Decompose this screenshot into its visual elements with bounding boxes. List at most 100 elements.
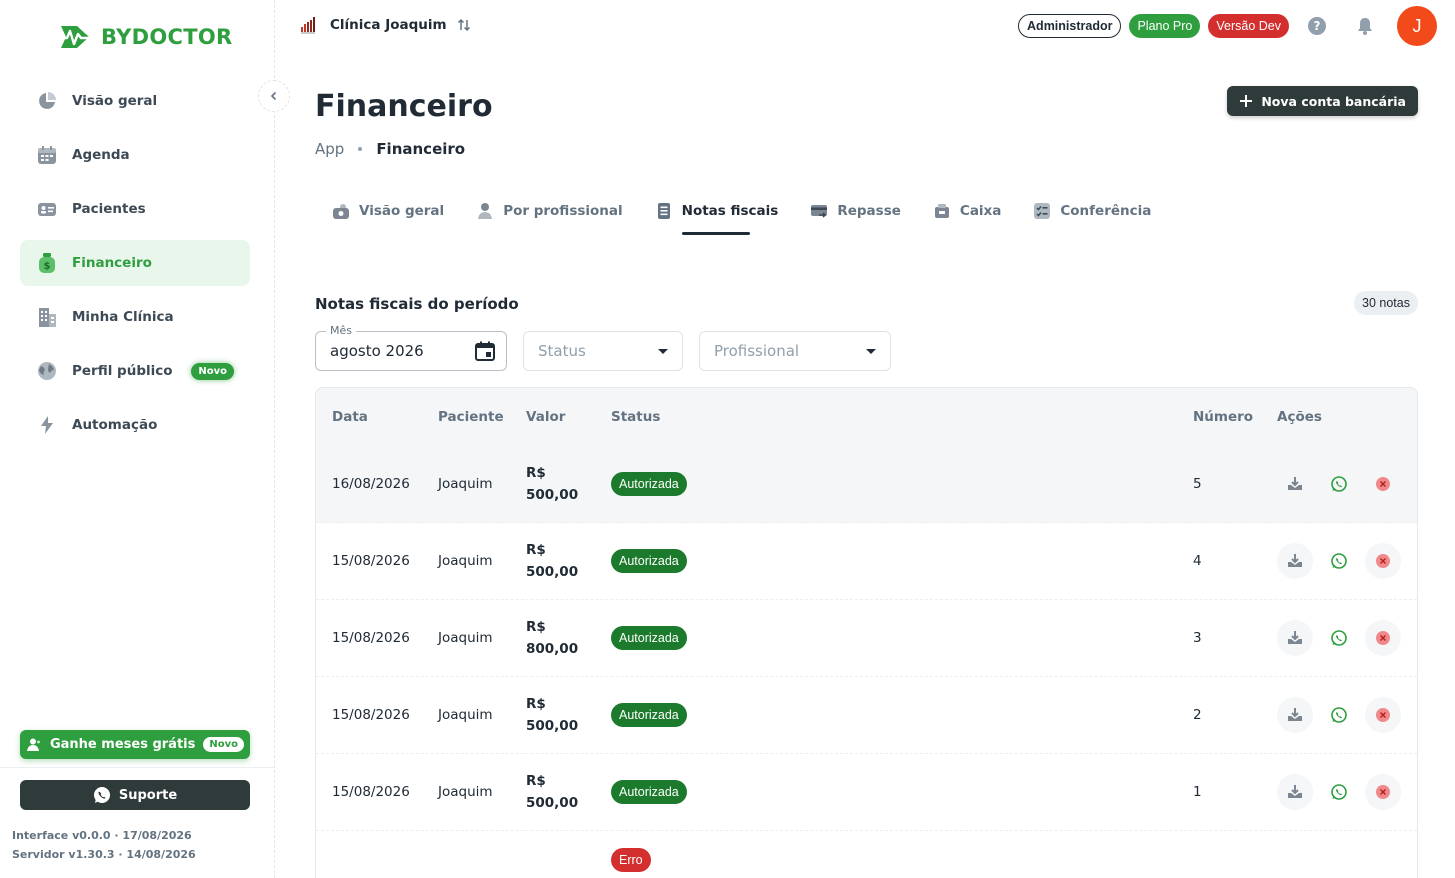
avatar[interactable]: J [1397,6,1437,46]
tab-label: Por profissional [503,203,623,219]
swap-icon [457,18,470,32]
interface-version: Interface v0.0.0 · 17/08/2026 [12,829,192,842]
cancel-invoice-button[interactable] [1365,620,1401,656]
table-row[interactable]: 16/08/2026 Joaquim R$ 500,00 Autorizada 5 [316,446,1417,523]
clinic-switcher[interactable]: Clínica Joaquim [300,16,471,34]
status-badge: Autorizada [611,549,687,573]
whatsapp-send-button[interactable] [1321,620,1357,656]
tab-label: Caixa [959,203,1002,219]
download-icon [1288,554,1302,567]
tab-conferencia[interactable]: Conferência [1033,196,1151,226]
tab-notas-fiscais[interactable]: Notas fiscais [655,196,778,235]
cell-status: Erro [611,848,651,872]
download-button[interactable] [1277,466,1313,502]
table-row[interactable]: Erro [316,831,1417,878]
role-badge: Administrador [1018,14,1122,38]
tab-visao-geral[interactable]: Visão geral [332,196,444,226]
close-circle-icon [1376,631,1390,645]
download-button[interactable] [1277,774,1313,810]
cancel-invoice-button[interactable] [1365,697,1401,733]
cancel-invoice-button[interactable] [1365,543,1401,579]
close-circle-icon [1376,554,1390,568]
download-button[interactable] [1277,543,1313,579]
whatsapp-send-button[interactable] [1321,774,1357,810]
plan-badge[interactable]: Plano Pro [1129,14,1201,38]
download-button[interactable] [1277,620,1313,656]
wallet-icon [333,204,349,219]
column-header-number[interactable]: Número [1193,409,1253,425]
sidebar-nav: Visão geral Agenda Pacientes $ Financeir… [20,78,250,456]
cell-actions [1277,466,1401,502]
table-row[interactable]: 15/08/2026 Joaquim R$ 500,00 Autorizada 1 [316,754,1417,831]
breadcrumb-separator [358,147,363,151]
table-row[interactable]: 15/08/2026 Joaquim R$ 800,00 Autorizada 3 [316,600,1417,677]
cell-date: 15/08/2026 [332,553,410,569]
cell-date: 15/08/2026 [332,630,410,646]
whatsapp-send-button[interactable] [1321,697,1357,733]
cell-actions [1277,774,1401,810]
id-card-icon [36,198,58,220]
sidebar-item-label: Pacientes [72,201,146,217]
status-badge: Autorizada [611,703,687,727]
cell-value: R$ 500,00 [526,693,578,737]
brand-logo[interactable]: BYDOCTOR [55,22,233,52]
section-title: Notas fiscais do período [315,295,519,313]
cell-actions [1277,697,1401,733]
sidebar-item-label: Minha Clínica [72,309,174,325]
column-header-patient[interactable]: Paciente [438,409,504,425]
status-badge: Autorizada [611,626,687,650]
whatsapp-send-button[interactable] [1321,466,1357,502]
month-picker[interactable]: Mês agosto 2026 [315,324,507,371]
cell-patient: Joaquim [438,630,493,646]
sidebar-item-financeiro[interactable]: $ Financeiro [20,240,250,286]
breadcrumb-app[interactable]: App [315,140,344,158]
whatsapp-icon [1331,630,1347,646]
transfer-icon [811,205,828,218]
cell-status: Autorizada [611,780,687,804]
tab-por-profissional[interactable]: Por profissional [476,196,623,226]
whatsapp-icon [1331,784,1347,800]
tab-label: Visão geral [359,203,445,219]
sidebar-divider [0,767,275,768]
sidebar-item-agenda[interactable]: Agenda [20,132,250,178]
sidebar-item-label: Agenda [72,147,130,163]
tab-repasse[interactable]: Repasse [810,196,901,226]
whatsapp-send-button[interactable] [1321,543,1357,579]
cell-patient: Joaquim [438,707,493,723]
sidebar-item-visao-geral[interactable]: Visão geral [20,78,250,124]
status-select[interactable]: Status [523,331,683,371]
column-header-status[interactable]: Status [611,409,660,425]
close-circle-icon [1376,708,1390,722]
cell-date: 15/08/2026 [332,784,410,800]
column-header-date[interactable]: Data [332,409,368,425]
chevron-down-icon [866,348,876,354]
new-bank-account-button[interactable]: Nova conta bancária [1227,86,1418,116]
clinic-name: Clínica Joaquim [330,17,447,33]
sidebar-item-automacao[interactable]: Automação [20,402,250,448]
money-bag-icon: $ [36,252,58,274]
notifications-button[interactable] [1345,6,1385,46]
tab-caixa[interactable]: Caixa [933,196,1001,226]
download-button[interactable] [1277,697,1313,733]
calendar-icon[interactable] [474,340,496,362]
cancel-invoice-button[interactable] [1365,466,1401,502]
sidebar-item-minha-clinica[interactable]: Minha Clínica [20,294,250,340]
sidebar-item-perfil-publico[interactable]: Perfil público Novo [20,348,250,394]
sidebar-item-pacientes[interactable]: Pacientes [20,186,250,232]
help-button[interactable]: ? [1297,6,1337,46]
column-header-value[interactable]: Valor [526,409,565,425]
amount: 500,00 [526,795,579,811]
help-icon: ? [1308,17,1326,35]
professional-select[interactable]: Profissional [699,331,891,371]
free-months-button[interactable]: Ganhe meses grátis Novo [20,730,250,759]
tab-label: Conferência [1060,203,1152,219]
cancel-invoice-button[interactable] [1365,774,1401,810]
support-button[interactable]: Suporte [20,780,250,810]
table-row[interactable]: 15/08/2026 Joaquim R$ 500,00 Autorizada 2 [316,677,1417,754]
status-badge: Autorizada [611,472,687,496]
collapse-sidebar-button[interactable] [258,80,290,112]
table-row[interactable]: 15/08/2026 Joaquim R$ 500,00 Autorizada 4 [316,523,1417,600]
calendar-icon [36,144,58,166]
building-icon [36,306,58,328]
cell-actions [1277,620,1401,656]
